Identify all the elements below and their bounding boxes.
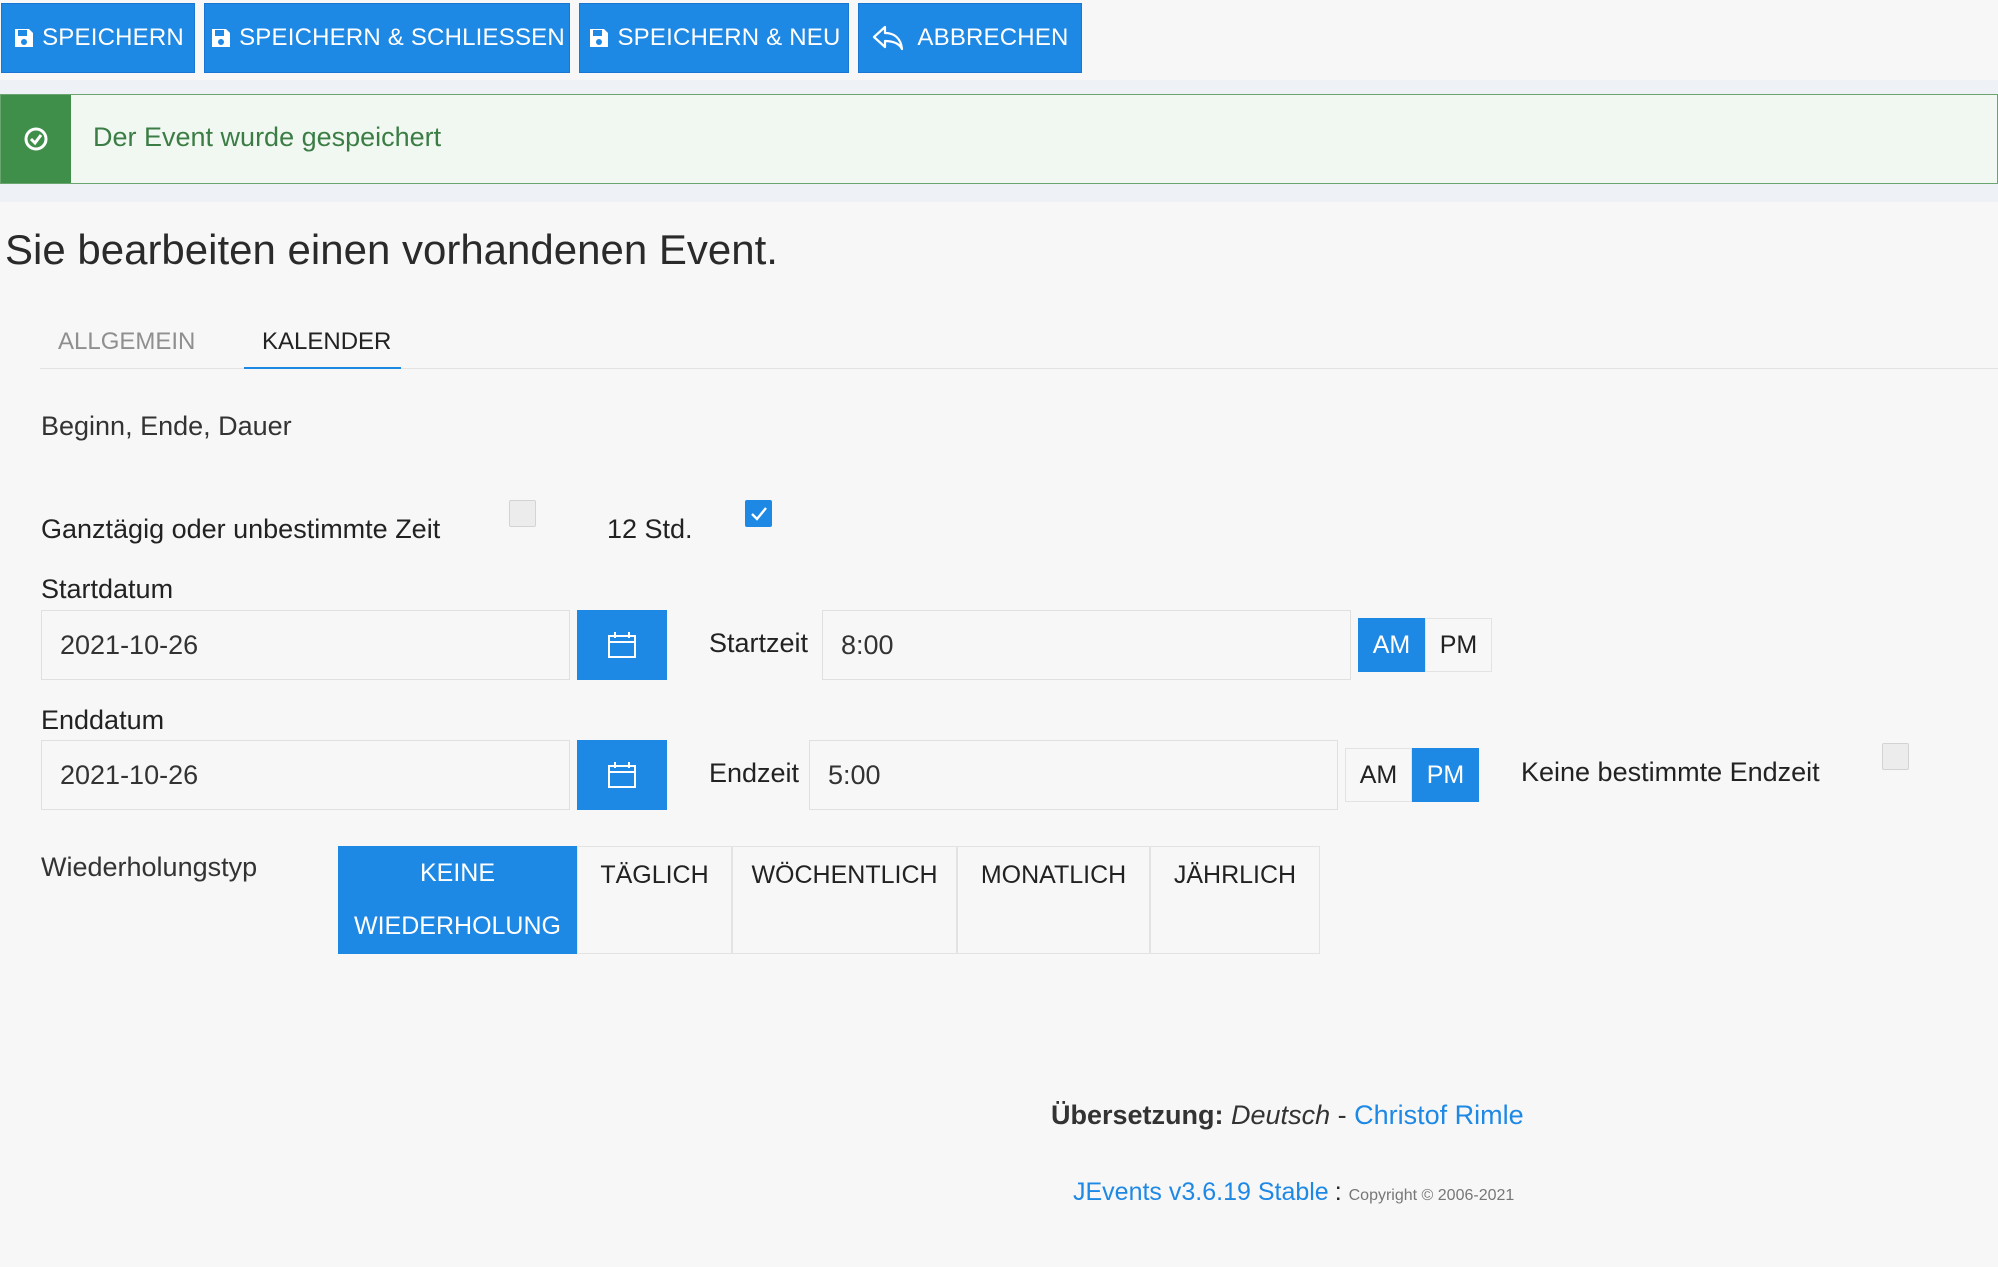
save-button[interactable]: SPEICHERN	[1, 3, 195, 73]
twelve-hour-label: 12 Std.	[607, 514, 693, 544]
repeat-yearly-button[interactable]: JÄHRLICH	[1150, 846, 1320, 954]
end-date-label: Enddatum	[41, 705, 165, 735]
end-time-label: Endzeit	[709, 758, 800, 788]
twelve-hour-checkbox[interactable]	[745, 500, 772, 527]
all-day-label: Ganztägig oder unbestimmte Zeit	[41, 514, 441, 544]
alert-icon-box	[1, 95, 71, 183]
version-line: JEvents v3.6.19 Stable: Copyright © 2006…	[1073, 1178, 1514, 1207]
repeat-monthly-button[interactable]: MONATLICH	[957, 846, 1150, 954]
save-new-label: SPEICHERN & NEU	[617, 24, 841, 51]
translator-link[interactable]: Christof Rimle	[1354, 1100, 1524, 1130]
translation-label: Übersetzung:	[1051, 1100, 1224, 1130]
copyright-text: Copyright © 2006-2021	[1348, 1187, 1515, 1204]
version-colon: :	[1334, 1178, 1342, 1206]
start-time-input[interactable]: 8:00	[822, 610, 1351, 680]
save-close-button[interactable]: SPEICHERN & SCHLIESSEN	[204, 3, 570, 73]
jevents-version-link[interactable]: JEvents v3.6.19 Stable	[1073, 1178, 1329, 1206]
save-icon	[590, 29, 609, 47]
checkmark-icon	[750, 506, 767, 521]
alert-message: Der Event wurde gespeichert	[93, 122, 442, 152]
all-day-checkbox[interactable]	[509, 500, 536, 527]
start-calendar-button[interactable]	[577, 610, 667, 680]
cancel-button[interactable]: ABBRECHEN	[858, 3, 1082, 73]
repeat-none-button[interactable]: KEINE WIEDERHOLUNG	[338, 846, 577, 954]
translation-separator: -	[1337, 1100, 1347, 1130]
section-heading: Beginn, Ende, Dauer	[41, 411, 292, 441]
repeat-weekly-label: WÖCHENTLICH	[751, 861, 938, 889]
end-calendar-button[interactable]	[577, 740, 667, 810]
end-pm-button[interactable]: PM	[1412, 748, 1479, 802]
tab-kalender[interactable]: KALENDER	[262, 328, 391, 356]
start-time-label: Startzeit	[709, 628, 809, 658]
save-icon	[212, 29, 231, 47]
end-date-input[interactable]: 2021-10-26	[41, 740, 570, 810]
reply-icon	[873, 25, 904, 51]
end-am-button[interactable]: AM	[1345, 748, 1412, 802]
save-icon	[15, 29, 34, 47]
cancel-label: ABBRECHEN	[917, 24, 1069, 51]
repeat-daily-button[interactable]: TÄGLICH	[577, 846, 732, 954]
repeat-none-line1: KEINE	[419, 859, 496, 887]
repeat-none-line2: WIEDERHOLUNG	[354, 912, 561, 940]
repeat-yearly-label: JÄHRLICH	[1173, 861, 1297, 889]
page-title: Sie bearbeiten einen vorhandenen Event.	[5, 226, 778, 273]
start-date-input[interactable]: 2021-10-26	[41, 610, 570, 680]
translation-line: Übersetzung: Deutsch - Christof Rimle	[1051, 1100, 1524, 1131]
end-time-input[interactable]: 5:00	[809, 740, 1338, 810]
calendar-icon	[608, 762, 636, 788]
save-new-button[interactable]: SPEICHERN & NEU	[579, 3, 849, 73]
active-tab-indicator	[244, 367, 401, 369]
repeat-weekly-button[interactable]: WÖCHENTLICH	[732, 846, 957, 954]
calendar-icon	[608, 632, 636, 658]
save-label: SPEICHERN	[42, 24, 184, 51]
start-date-label: Startdatum	[41, 574, 174, 604]
start-am-button[interactable]: AM	[1358, 618, 1425, 672]
check-circle-icon	[24, 127, 48, 151]
repeat-daily-label: TÄGLICH	[600, 861, 709, 889]
success-alert: Der Event wurde gespeichert	[0, 94, 1998, 184]
save-close-label: SPEICHERN & SCHLIESSEN	[239, 24, 565, 51]
no-end-time-label: Keine bestimmte Endzeit	[1521, 757, 1820, 787]
repeat-type-label: Wiederholungstyp	[41, 852, 258, 882]
tab-allgemein[interactable]: ALLGEMEIN	[58, 328, 195, 356]
no-end-time-checkbox[interactable]	[1882, 743, 1909, 770]
translation-language: Deutsch	[1231, 1100, 1331, 1130]
repeat-monthly-label: MONATLICH	[980, 861, 1127, 889]
start-pm-button[interactable]: PM	[1425, 618, 1492, 672]
